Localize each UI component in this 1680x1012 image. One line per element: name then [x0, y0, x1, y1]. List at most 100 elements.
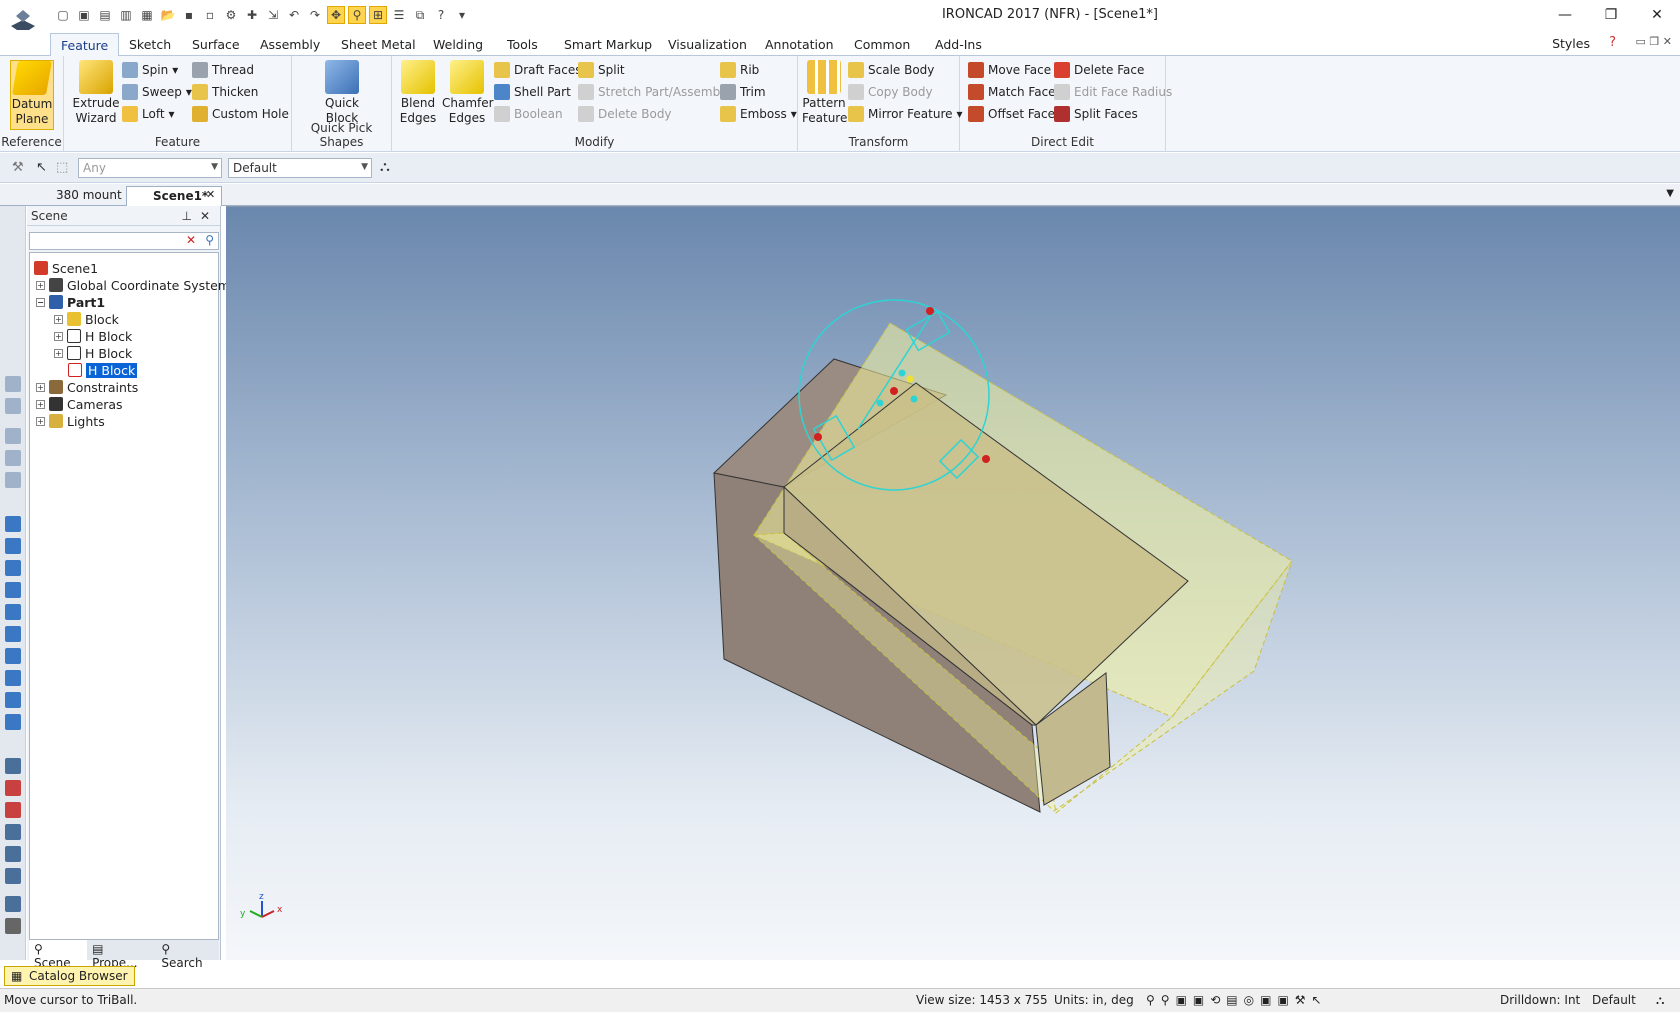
drilldown-combo[interactable]: Drilldown: Int — [1500, 993, 1580, 1007]
close-icon[interactable]: ✕ — [1634, 0, 1680, 30]
extrude-wizard-button[interactable]: Extrude Wizard — [70, 60, 122, 126]
tab-sketch[interactable]: Sketch — [119, 33, 181, 56]
expand-icon[interactable]: + — [36, 399, 45, 409]
view-icon[interactable] — [5, 472, 21, 488]
catalog-browser-button[interactable]: ▦ Catalog Browser — [4, 966, 135, 986]
triball-axis-point[interactable] — [876, 399, 884, 407]
clear-filter-icon[interactable]: ✕ — [186, 233, 196, 247]
mdi-controls[interactable]: ▭ ❐ ✕ — [1636, 35, 1672, 48]
view-icon[interactable] — [5, 376, 21, 392]
view-icon[interactable] — [5, 428, 21, 444]
panel-tab-properties[interactable]: ▤ Prope... — [87, 940, 156, 970]
shell-part-button[interactable]: Shell Part — [494, 82, 571, 102]
rib-button[interactable]: Rib — [720, 60, 759, 80]
spin-button[interactable]: Spin ▾ — [122, 60, 178, 80]
view-tools-icon[interactable]: ⚲⚲▣▣⟲▤◎▣▣⚒↖ — [1146, 993, 1328, 1007]
hierarchy-icon[interactable]: ⛬ — [380, 159, 390, 175]
restore-icon[interactable]: ❐ — [1588, 0, 1634, 30]
thread-button[interactable]: Thread — [192, 60, 254, 80]
triball-handle-point[interactable] — [814, 433, 822, 441]
select-box-icon[interactable]: ⬚ — [56, 160, 68, 175]
tree-node-part1[interactable]: − Part1 — [36, 293, 105, 311]
select-arrow-icon[interactable]: ↖ — [36, 160, 47, 175]
triball-axis-point[interactable] — [906, 375, 914, 383]
tree-node-block[interactable]: + Block — [54, 310, 119, 328]
ruler-icon[interactable] — [5, 918, 21, 934]
tab-list-icon[interactable]: ▼ — [1666, 188, 1674, 199]
triball-axis-point[interactable] — [898, 369, 906, 377]
triball-handle-point[interactable] — [926, 307, 934, 315]
shape-icon[interactable] — [5, 714, 21, 730]
view-icon[interactable] — [5, 398, 21, 414]
copy-body-button[interactable]: Copy Body — [848, 82, 933, 102]
tab-assembly[interactable]: Assembly — [250, 33, 330, 56]
delete-face-button[interactable]: Delete Face — [1054, 60, 1144, 80]
stretch-part-button[interactable]: Stretch Part/Assembly — [578, 82, 731, 102]
quick-block-button[interactable]: Quick Block — [316, 60, 368, 126]
tree-node-h-block[interactable]: + H Block — [54, 327, 132, 345]
collapse-icon[interactable]: − — [36, 297, 45, 307]
tab-add-ins[interactable]: Add-Ins — [925, 33, 992, 56]
thicken-button[interactable]: Thicken — [192, 82, 258, 102]
shape-icon[interactable] — [5, 516, 21, 532]
expand-icon[interactable]: + — [36, 382, 45, 392]
mirror-feature-button[interactable]: Mirror Feature ▾ — [848, 104, 963, 124]
filter-options-icon[interactable]: ⚲ — [205, 233, 214, 247]
shape-icon[interactable] — [5, 648, 21, 664]
shape-icon[interactable] — [5, 626, 21, 642]
shape-icon[interactable] — [5, 692, 21, 708]
panel-tab-search[interactable]: ⚲ Search — [156, 940, 219, 970]
triball-handle-point[interactable] — [982, 455, 990, 463]
tab-surface[interactable]: Surface — [182, 33, 250, 56]
split-button[interactable]: Split — [578, 60, 625, 80]
sweep-button[interactable]: Sweep ▾ — [122, 82, 192, 102]
chamfer-edges-button[interactable]: Chamfer Edges — [442, 60, 494, 126]
tab-feature[interactable]: Feature — [50, 33, 120, 56]
blend-edges-button[interactable]: Blend Edges — [398, 60, 438, 126]
shape-icon[interactable] — [5, 538, 21, 554]
tab-visualization[interactable]: Visualization — [658, 33, 757, 56]
triball-center[interactable] — [890, 387, 898, 395]
tree-node-scene1[interactable]: Scene1 — [34, 259, 98, 277]
tab-welding[interactable]: Welding — [423, 33, 493, 56]
trim-button[interactable]: Trim — [720, 82, 766, 102]
hierarchy-icon[interactable]: ⛬ — [1656, 993, 1664, 1008]
camera-icon[interactable] — [5, 802, 21, 818]
expand-icon[interactable]: + — [54, 314, 63, 324]
triball-axis-point[interactable] — [910, 395, 918, 403]
draft-faces-button[interactable]: Draft Faces — [494, 60, 581, 80]
tab-smart-markup[interactable]: Smart Markup — [554, 33, 662, 56]
emboss-button[interactable]: Emboss ▾ — [720, 104, 797, 124]
scene-filter-input[interactable]: ✕ ⚲ — [29, 232, 219, 250]
view-icon[interactable] — [5, 450, 21, 466]
boolean-button[interactable]: Boolean — [494, 104, 563, 124]
shape-icon[interactable] — [5, 582, 21, 598]
custom-hole-button[interactable]: Custom Hole — [192, 104, 289, 124]
offset-face-button[interactable]: Offset Face — [968, 104, 1055, 124]
shape-icon[interactable] — [5, 604, 21, 620]
close-tab-icon[interactable]: ✕ — [206, 188, 215, 201]
doc-tab-380-mount[interactable]: 380 mount — [30, 186, 134, 206]
selection-filter-icon[interactable]: ⚒ — [12, 160, 24, 175]
expand-icon[interactable]: + — [54, 348, 63, 358]
shape-icon[interactable] — [5, 670, 21, 686]
edit-face-radius-button[interactable]: Edit Face Radius — [1054, 82, 1172, 102]
match-face-button[interactable]: Match Face — [968, 82, 1056, 102]
styles-menu[interactable]: Styles — [1552, 36, 1590, 51]
tree-node-h-block-selected[interactable]: H Block — [68, 361, 138, 379]
expand-icon[interactable]: + — [36, 416, 45, 426]
expand-icon[interactable]: + — [36, 280, 45, 290]
tab-annotation[interactable]: Annotation — [755, 33, 844, 56]
datum-plane-button[interactable]: Datum Plane — [10, 60, 54, 130]
tree-node-cameras[interactable]: + Cameras — [36, 395, 123, 413]
move-face-button[interactable]: Move Face — [968, 60, 1051, 80]
tree-node-global-coordinate-system[interactable]: + Global Coordinate System — [36, 276, 230, 294]
tab-sheet-metal[interactable]: Sheet Metal — [331, 33, 426, 56]
style-combo[interactable]: Default ▼ — [228, 158, 372, 178]
circle-icon[interactable] — [5, 846, 21, 862]
camera-icon[interactable] — [5, 780, 21, 796]
3d-viewport[interactable]: z x y — [226, 206, 1680, 960]
tree-node-constraints[interactable]: + Constraints — [36, 378, 138, 396]
tab-tools[interactable]: Tools — [497, 33, 548, 56]
minimize-icon[interactable]: — — [1542, 0, 1588, 30]
